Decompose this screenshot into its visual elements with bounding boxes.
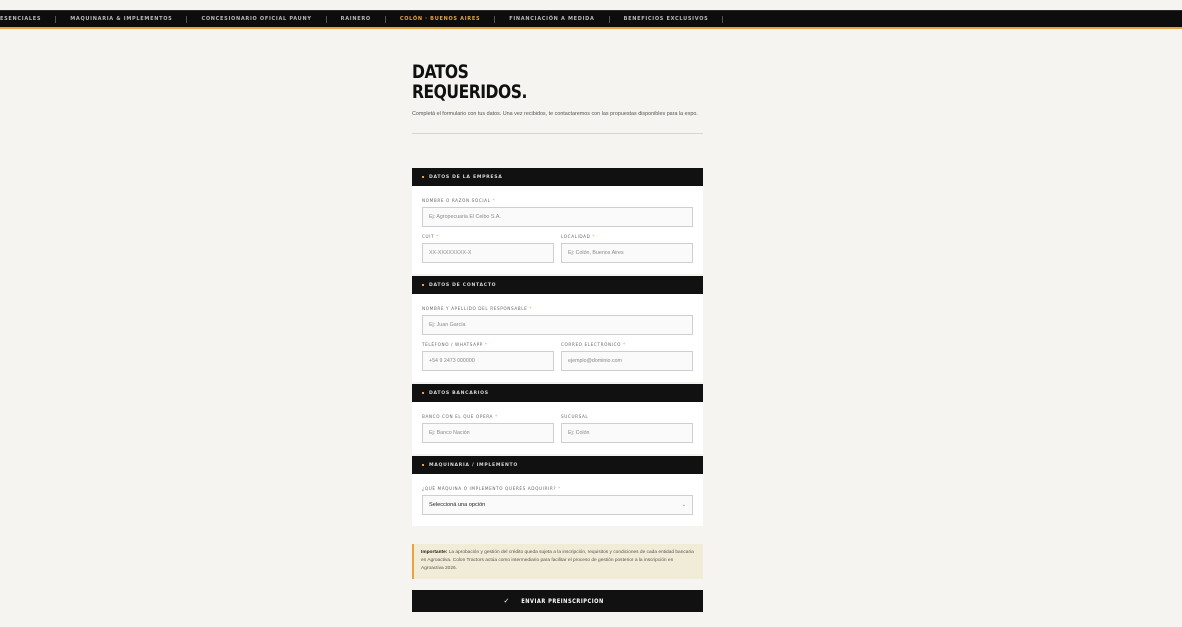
banco-label: Banco con el que opera * [422, 414, 498, 419]
nav-separator [722, 16, 724, 23]
nombre-label: Nombre y apellido del responsable * [422, 306, 533, 311]
cuit-input[interactable] [422, 243, 554, 263]
nav-item[interactable]: Financiación a medida [495, 11, 608, 27]
submit-button[interactable]: ✓ Enviar preinscripción [412, 590, 703, 612]
section-bancarios: Datos bancarios Banco con el que opera * … [412, 384, 703, 454]
page-title-line-2: requeridos. [412, 81, 527, 103]
section-maquinaria-title: Maquinaria / Implemento [429, 462, 518, 468]
section-empresa-header: Datos de la empresa [412, 168, 703, 186]
section-bancarios-header: Datos bancarios [412, 384, 703, 402]
section-empresa-title: Datos de la empresa [429, 174, 503, 180]
section-contacto: Datos de contacto Nombre y apellido del … [412, 276, 703, 382]
sucursal-input[interactable] [561, 423, 693, 443]
telefono-input[interactable] [422, 351, 554, 371]
nav-item[interactable]: Maquinaria & Implementos [56, 11, 186, 27]
correo-label: Correo electrónico * [561, 342, 626, 347]
maquinaria-select[interactable]: Seleccioná una opción ⌄ [422, 495, 693, 515]
bullet-icon [422, 392, 424, 394]
razon-social-input[interactable] [422, 207, 693, 227]
nav-item[interactable]: Esenciales [0, 11, 55, 27]
header-divider [412, 133, 703, 134]
localidad-input[interactable] [561, 243, 693, 263]
top-strip [0, 0, 1182, 10]
maquinaria-label: ¿Qué máquina o implemento querés adquiri… [422, 486, 561, 491]
bullet-icon [422, 176, 424, 178]
nav-item[interactable]: Colón · Buenos Aires [386, 11, 494, 27]
top-navigation: Esenciales Maquinaria & Implementos Conces… [0, 10, 1182, 29]
check-icon: ✓ [503, 598, 510, 605]
correo-input[interactable] [561, 351, 693, 371]
bullet-icon [422, 464, 424, 466]
section-bancarios-title: Datos bancarios [429, 390, 489, 396]
section-maquinaria-header: Maquinaria / Implemento [412, 456, 703, 474]
nav-track: Esenciales Maquinaria & Implementos Conces… [0, 11, 724, 27]
chevron-down-icon: ⌄ [681, 502, 686, 508]
nav-item[interactable]: Rainero [327, 11, 385, 27]
section-contacto-title: Datos de contacto [429, 282, 497, 288]
important-notice: Importante: La aprobación y gestión del … [412, 544, 703, 579]
section-maquinaria: Maquinaria / Implemento ¿Qué máquina o i… [412, 456, 703, 526]
nombre-input[interactable] [422, 315, 693, 335]
nav-item[interactable]: Concesionario oficial Pauny [187, 11, 325, 27]
localidad-label: Localidad * [561, 234, 596, 239]
maquinaria-select-value: Seleccioná una opción [429, 502, 486, 508]
telefono-label: Teléfono / WhatsApp * [422, 342, 488, 347]
sucursal-label: Sucursal [561, 414, 589, 419]
section-empresa: Datos de la empresa Nombre o razón socia… [412, 168, 703, 274]
page-title-line-1: Datos [412, 61, 469, 83]
intro-text: Completá el formulario con tus datos. Un… [412, 111, 698, 117]
form-header: Datos requeridos. Completá el formulario… [412, 62, 703, 134]
nav-item[interactable]: Beneficios exclusivos [610, 11, 723, 27]
notice-text: La aprobación y gestión del crédito qued… [421, 550, 694, 571]
page-title: Datos requeridos. [412, 62, 707, 102]
notice-heading: Importante: [421, 550, 448, 555]
section-contacto-header: Datos de contacto [412, 276, 703, 294]
razon-social-label: Nombre o razón social * [422, 198, 496, 203]
banco-input[interactable] [422, 423, 554, 443]
cuit-label: CUIT * [422, 234, 439, 239]
bullet-icon [422, 284, 424, 286]
submit-label: Enviar preinscripción [521, 597, 605, 605]
